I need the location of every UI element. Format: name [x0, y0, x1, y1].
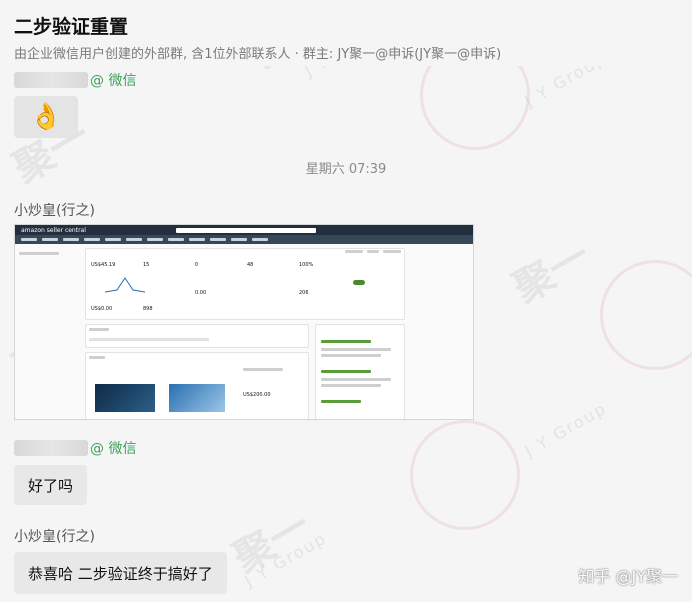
sender-name: 小炒皇(行之)	[14, 203, 95, 219]
screenshot-value: US$0.00	[91, 306, 113, 312]
watermark-brand: 聚一	[505, 232, 599, 313]
blurred-sender-name	[14, 72, 88, 88]
screenshot-value: 15	[143, 262, 150, 268]
sender-name: 小炒皇(行之)	[14, 529, 95, 545]
message-timestamp: 星期六 07:39	[305, 162, 387, 177]
screenshot-topbar: amazon seller central	[15, 225, 473, 235]
sender-row: @ 微信	[14, 438, 136, 458]
screenshot-value: 206	[299, 290, 309, 296]
screenshot-value: 0.00	[195, 290, 207, 296]
sender-row: @ 微信	[14, 70, 136, 90]
zhihu-watermark: 知乎 @JY聚一	[578, 567, 678, 586]
watermark-seal	[410, 420, 520, 530]
screenshot-toggle	[353, 280, 365, 285]
screenshot-value: US$45.19	[91, 262, 116, 268]
wechat-tag: @ 微信	[90, 73, 137, 89]
chat-header: 二步验证重置 由企业微信用户创建的外部群, 含1位外部联系人 · 群主: JY聚…	[0, 0, 692, 66]
image-message[interactable]: amazon seller central US$45.19 15 0 48 1…	[14, 224, 474, 420]
text-message[interactable]: 恭喜哈 二步验证终于搞好了	[14, 552, 227, 594]
screenshot-value: 0	[195, 262, 199, 268]
chat-subtitle: 由企业微信用户创建的外部群, 含1位外部联系人 · 群主: JY聚一@申诉(JY…	[14, 47, 502, 62]
ok-hand-icon: 👌	[29, 102, 63, 132]
blurred-sender-name	[14, 440, 88, 456]
screenshot-value: US$200.00	[243, 392, 271, 398]
wechat-tag: @ 微信	[90, 441, 137, 457]
watermark-brand: 聚一	[225, 502, 319, 583]
screenshot-body: US$45.19 15 0 48 100% US$0.00 898 0.00 2…	[15, 244, 473, 419]
chat-title: 二步验证重置	[14, 16, 129, 38]
screenshot-navbar	[15, 235, 473, 244]
watermark-group: J Y Group	[241, 528, 331, 591]
screenshot-value: 100%	[299, 262, 314, 268]
screenshot-logo: amazon seller central	[21, 226, 86, 234]
screenshot-search	[175, 227, 316, 233]
emoji-message[interactable]: 👌	[14, 96, 78, 138]
watermark-group: J Y Group	[521, 398, 611, 461]
text-message[interactable]: 好了吗	[14, 465, 88, 505]
screenshot-value: 48	[247, 262, 254, 268]
watermark-seal	[600, 260, 692, 370]
screenshot-value: 898	[143, 306, 153, 312]
screenshot-sparkline	[105, 277, 145, 293]
